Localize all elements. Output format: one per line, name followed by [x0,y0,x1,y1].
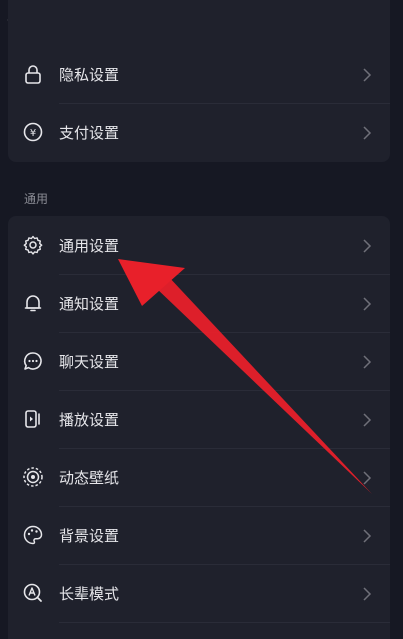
chevron-right-icon [362,67,372,82]
elder-mode-label: 长辈模式 [59,585,120,603]
chevron-right-icon [362,354,372,369]
chevron-right-icon [362,296,372,311]
live-wallpaper-icon [22,466,44,488]
payment-settings-row[interactable]: ¥ 支付设置 [8,103,390,161]
general-settings-label: 通用设置 [59,237,120,255]
playback-settings-label: 播放设置 [59,411,120,429]
lock-icon [22,63,44,85]
settings-page: 设置 隐私设置 ¥ 支付设置 [0,0,403,639]
payment-settings-label: 支付设置 [59,124,120,142]
palette-icon [22,524,44,546]
divider [59,622,390,623]
bell-icon [22,292,44,314]
play-settings-icon [22,408,44,430]
chat-bubble-icon [22,350,44,372]
chevron-right-icon [362,412,372,427]
notification-settings-label: 通知设置 [59,295,120,313]
chevron-right-icon [362,586,372,601]
background-settings-row[interactable]: 背景设置 [8,506,390,564]
general-settings-card: 通用设置 通知设置 聊天设置 播放设置 动态壁纸 背景设置 长辈模式 [8,216,390,639]
privacy-settings-row[interactable]: 隐私设置 [8,45,390,103]
chevron-right-icon [362,125,372,140]
chevron-right-icon [362,528,372,543]
svg-text:¥: ¥ [30,128,36,139]
general-settings-row[interactable]: 通用设置 [8,216,390,274]
chat-settings-label: 聊天设置 [59,353,120,371]
elder-mode-row[interactable]: 长辈模式 [8,564,390,622]
account-settings-card: 隐私设置 ¥ 支付设置 [8,0,390,162]
gear-icon [22,234,44,256]
elder-mode-icon [22,582,44,604]
section-title-general: 通用 [24,192,49,206]
background-settings-label: 背景设置 [59,527,120,545]
notification-settings-row[interactable]: 通知设置 [8,274,390,332]
chat-settings-row[interactable]: 聊天设置 [8,332,390,390]
privacy-settings-label: 隐私设置 [59,66,120,84]
yen-circle-icon: ¥ [22,121,44,143]
live-wallpaper-row[interactable]: 动态壁纸 [8,448,390,506]
playback-settings-row[interactable]: 播放设置 [8,390,390,448]
live-wallpaper-label: 动态壁纸 [59,469,120,487]
chevron-right-icon [362,470,372,485]
chevron-right-icon [362,238,372,253]
